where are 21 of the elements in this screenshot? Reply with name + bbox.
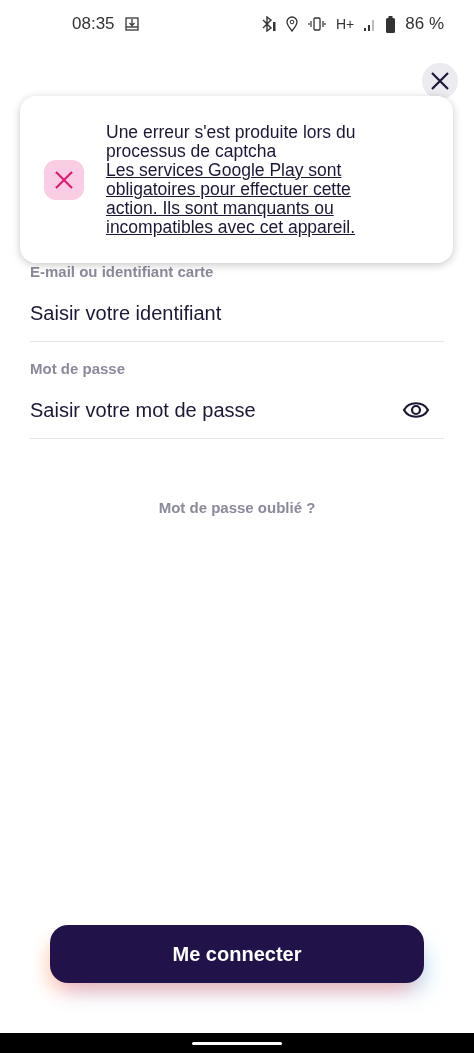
login-button[interactable]: Me connecter [50, 925, 424, 983]
bluetooth-icon [261, 16, 276, 32]
error-message: Une erreur s'est produite lors du processus de captcha [106, 122, 357, 161]
location-icon [285, 16, 298, 32]
error-details-link[interactable]: Les services Google Play sont obligatoires pour effectuer cette action. Ils sont manquants ou incompatibles avec cet appareil. [106, 160, 390, 237]
battery-icon [386, 15, 396, 33]
battery-level: 86 % [405, 14, 444, 34]
clock: 08:35 [72, 14, 115, 34]
vibrate-icon [307, 17, 326, 31]
close-button[interactable] [422, 63, 458, 99]
input-field[interactable]: Saisir votre identifiant [30, 301, 444, 325]
error-icon [44, 159, 84, 200]
eye-icon[interactable] [402, 399, 430, 421]
close-icon[interactable] [430, 71, 450, 91]
home-indicator[interactable] [192, 1041, 282, 1045]
field-label: E-mail ou identifiant carte [30, 263, 215, 282]
network-type: H+ [335, 16, 355, 32]
download-icon [124, 17, 139, 31]
field-label: Mot de passe [30, 360, 127, 379]
input-field[interactable]: Saisir votre mot de passe [30, 398, 402, 422]
signal-icon [364, 17, 377, 31]
